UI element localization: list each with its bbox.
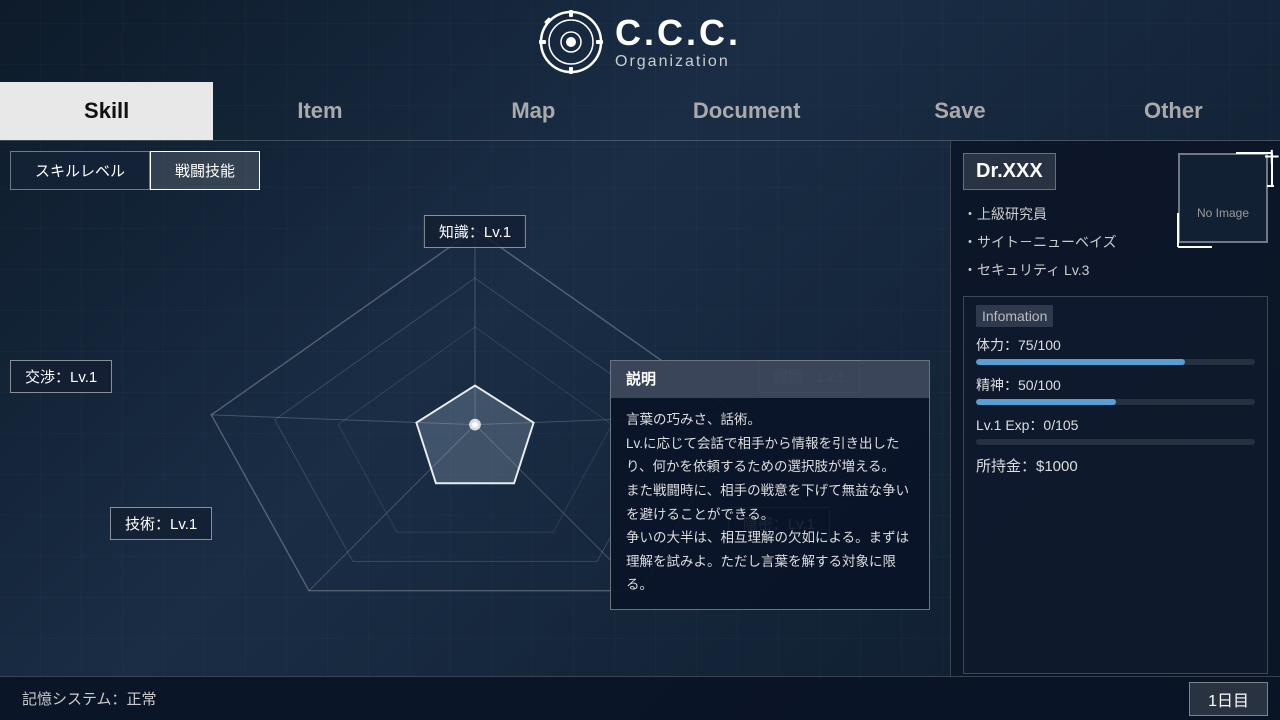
character-name: Dr.XXX: [963, 153, 1056, 190]
stat-mp: 精神：50/100: [976, 375, 1255, 405]
sub-tab-skill-level[interactable]: スキルレベル: [10, 151, 150, 190]
character-details: ・上級研究員 ・サイト－ニューベイズ ・セキュリティ Lv.3: [963, 200, 1168, 284]
memory-status: 記憶システム：正常: [22, 688, 157, 709]
skill-label-negotiation[interactable]: 交渉：Lv.1: [10, 360, 112, 393]
skill-panel: スキルレベル 戦闘技能: [0, 141, 950, 686]
logo: C.C.C. Organization: [539, 10, 741, 74]
footer-bar: 記憶システム：正常 1日目: [0, 676, 1280, 720]
sub-tab-combat-skill[interactable]: 戦闘技能: [150, 151, 260, 190]
main-content: スキルレベル 戦闘技能: [0, 141, 1280, 686]
info-section: Infomation 体力：75/100 精神：50/100 Lv.1 Exp：…: [963, 296, 1268, 674]
image-frame: [1176, 151, 1274, 249]
logo-subtitle: Organization: [615, 53, 730, 71]
tab-save[interactable]: Save: [853, 82, 1066, 140]
stat-hp: 体力：75/100: [976, 335, 1255, 365]
stat-hp-bar-bg: [976, 359, 1255, 365]
day-badge: 1日目: [1189, 682, 1268, 716]
money-row: 所持金：$1000: [976, 455, 1255, 476]
stat-exp-bar-bg: [976, 439, 1255, 445]
right-panel: Dr.XXX ・上級研究員 ・サイト－ニューベイズ ・セキュリティ Lv.3: [950, 141, 1280, 686]
stat-exp-label: Lv.1 Exp：0/105: [976, 415, 1255, 435]
character-card: Dr.XXX ・上級研究員 ・サイト－ニューベイズ ・セキュリティ Lv.3: [963, 153, 1268, 284]
description-text: 言葉の巧みさ、話術。 Lv.に応じて会話で相手から情報を引き出したり、何かを依頼…: [626, 408, 914, 597]
character-info: Dr.XXX ・上級研究員 ・サイト－ニューベイズ ・セキュリティ Lv.3: [963, 153, 1168, 284]
tab-item[interactable]: Item: [213, 82, 426, 140]
info-title: Infomation: [976, 305, 1053, 327]
tab-document[interactable]: Document: [640, 82, 853, 140]
radar-area: 知識：Lv.1 戦闘：Lv.1 交渉：Lv.1 技術：Lv.1 隠密：Lv.1 …: [10, 200, 940, 620]
tab-other[interactable]: Other: [1067, 82, 1280, 140]
description-title: 説明: [611, 361, 929, 399]
logo-text: C.C.C. Organization: [615, 13, 741, 71]
skill-label-technology[interactable]: 技術：Lv.1: [110, 507, 212, 540]
logo-title: C.C.C.: [615, 13, 741, 53]
logo-icon: [539, 10, 603, 74]
skill-label-knowledge[interactable]: 知識：Lv.1: [424, 215, 526, 248]
stat-mp-bar-bg: [976, 399, 1255, 405]
stat-exp: Lv.1 Exp：0/105: [976, 415, 1255, 445]
stat-mp-bar-fill: [976, 399, 1116, 405]
stat-hp-bar-fill: [976, 359, 1185, 365]
sub-tabs: スキルレベル 戦闘技能: [10, 151, 940, 190]
nav-tabs: Skill Item Map Document Save Other: [0, 82, 1280, 141]
description-box: 説明 言葉の巧みさ、話術。 Lv.に応じて会話で相手から情報を引き出したり、何か…: [610, 360, 930, 611]
stat-mp-label: 精神：50/100: [976, 375, 1255, 395]
character-image: No Image: [1178, 153, 1268, 243]
tab-map[interactable]: Map: [427, 82, 640, 140]
header: C.C.C. Organization: [0, 0, 1280, 82]
stat-hp-label: 体力：75/100: [976, 335, 1255, 355]
tab-skill[interactable]: Skill: [0, 82, 213, 140]
